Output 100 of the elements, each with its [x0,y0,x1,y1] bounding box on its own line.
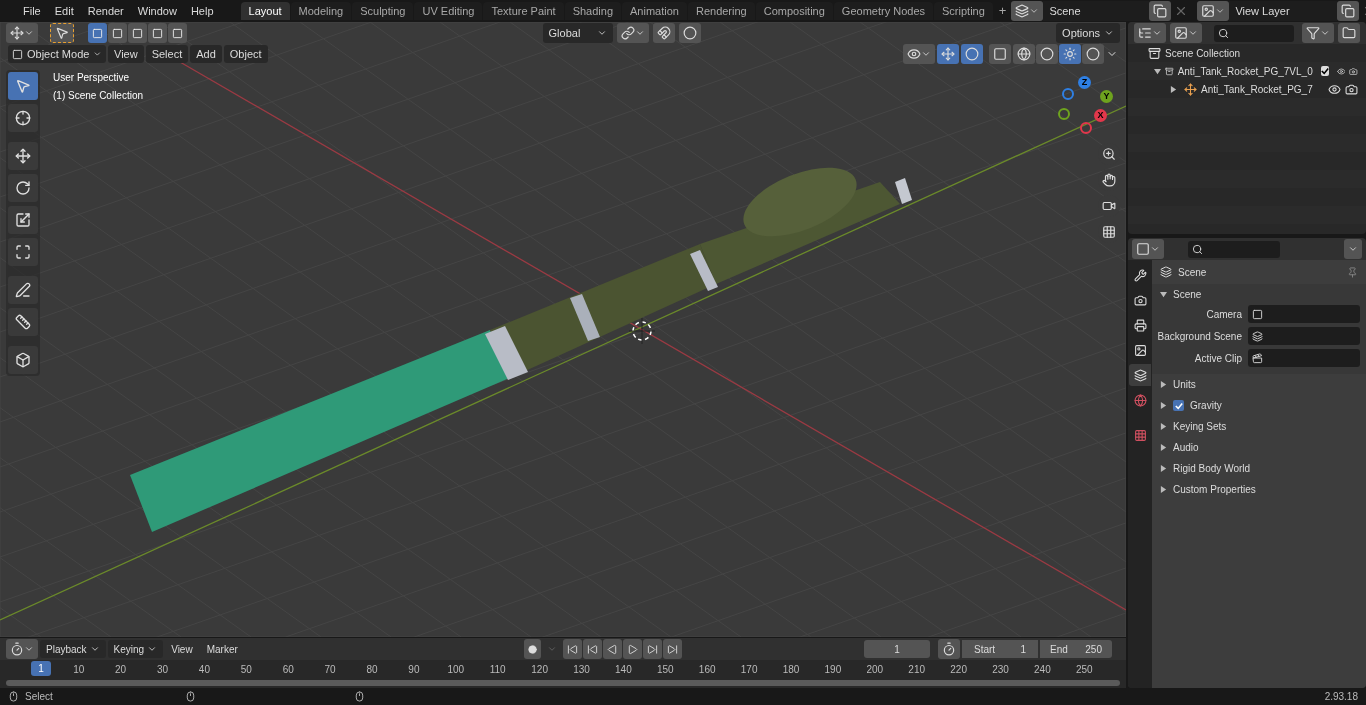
playback-button[interactable] [642,639,662,659]
menu-item[interactable]: Marker [200,640,244,658]
end-frame-field[interactable]: End 250 [1040,640,1112,658]
tree-item[interactable]: Anti_Tank_Rocket_PG_7 [1201,81,1313,97]
tool-button[interactable] [8,308,38,336]
workspace-tab[interactable]: Geometry Nodes [833,2,933,20]
workspace-tab[interactable]: Texture Paint [483,2,564,20]
menu-item[interactable]: Help [183,2,221,20]
filter-view-button[interactable] [1170,23,1202,43]
expand-toggle[interactable] [1154,67,1161,75]
start-frame-field[interactable]: Start 1 [962,640,1038,658]
stopwatch-button[interactable] [938,639,960,659]
editor-type-button[interactable] [6,23,38,43]
section-header[interactable]: Units [1173,377,1196,392]
add-workspace-button[interactable]: + [993,2,1012,20]
playback-button[interactable] [582,639,602,659]
section-header[interactable]: Custom Properties [1173,482,1256,497]
object-field[interactable] [1248,305,1360,323]
select-mode-button[interactable] [88,23,107,43]
expand-toggle[interactable] [1160,465,1167,472]
section-header[interactable]: Keying Sets [1173,419,1227,434]
scrollbar[interactable] [6,679,1120,686]
search-field[interactable] [1214,24,1294,42]
menu-item[interactable]: Add [190,45,222,63]
tool-settings-button[interactable] [50,23,74,43]
menu-item[interactable]: View [165,640,199,658]
options-dropdown[interactable]: Options [1056,23,1120,43]
expand-toggle[interactable] [1160,423,1167,430]
shading-mode-button[interactable] [1036,44,1058,64]
overlay-toggle-button[interactable] [961,44,983,64]
xray-toggle-button[interactable] [989,44,1011,64]
expand-toggle[interactable] [1160,444,1167,451]
section-header[interactable]: Audio [1173,440,1199,455]
tool-button[interactable] [8,174,38,202]
workspace-tab[interactable]: Compositing [755,2,833,20]
tree-item[interactable]: Anti_Tank_Rocket_PG_7VL_0 [1177,63,1313,79]
display-mode-button[interactable] [1134,23,1166,43]
playback-button[interactable] [622,639,642,659]
pin-icon[interactable] [1347,266,1358,278]
expand-toggle[interactable] [1160,290,1167,298]
gizmo-negative-handle[interactable] [1058,108,1070,120]
select-mode-button[interactable] [108,23,127,43]
snap-button[interactable] [652,23,675,43]
object-field[interactable] [1248,349,1360,367]
section-header[interactable]: Gravity [1190,398,1222,413]
mode-dropdown[interactable]: Object Mode [8,45,106,63]
expand-toggle[interactable] [1160,402,1167,409]
playback-button[interactable] [562,639,582,659]
select-mode-button[interactable] [168,23,187,43]
tool-button[interactable] [8,276,38,304]
tool-button[interactable] [8,206,38,234]
copy-button[interactable] [1337,1,1360,21]
workspace-tab[interactable]: Sculpting [352,2,414,20]
menu-item[interactable]: Select [145,45,189,63]
tool-button[interactable] [8,104,38,132]
workspace-tab[interactable]: UV Editing [414,2,483,20]
current-frame-field[interactable]: 1 [864,640,930,658]
proportional-edit-button[interactable] [678,23,701,43]
select-mode-button[interactable] [148,23,167,43]
visibility-button[interactable] [903,44,935,64]
copy-button[interactable] [1149,1,1172,21]
view-layer-field[interactable]: View Layer [1229,1,1338,21]
view-layer-selector-button[interactable] [1197,1,1230,21]
workspace-tab[interactable]: Rendering [687,2,755,20]
editor-type-button[interactable] [1132,239,1164,259]
menu-item[interactable]: Render [80,2,131,20]
expand-toggle[interactable] [1160,381,1167,388]
menu-dropdown[interactable]: Playback [40,640,106,658]
menu-item[interactable]: Edit [47,2,81,20]
pivot-button[interactable] [616,23,649,43]
shading-mode-button[interactable] [1082,44,1104,64]
scene-field[interactable]: Scene [1043,1,1150,21]
menu-item[interactable]: Window [130,2,184,20]
tool-button[interactable] [8,346,38,374]
checkbox[interactable] [1173,400,1184,411]
workspace-tab[interactable]: Shading [564,2,622,20]
workspace-tab[interactable]: Layout [240,2,290,20]
current-frame-marker[interactable]: 1 [31,661,51,676]
workspace-tab[interactable]: Animation [622,2,687,20]
playback-button[interactable] [602,639,622,659]
menu-item[interactable]: Object [223,45,268,63]
include-checkbox[interactable] [1320,66,1329,76]
shading-mode-button[interactable] [1013,44,1035,64]
menu-item[interactable]: View [108,45,144,63]
menu-dropdown[interactable]: Keying [107,640,164,658]
menu-item[interactable]: File [16,2,48,20]
orientation-dropdown[interactable]: Global [542,23,613,43]
filter-button[interactable] [1302,23,1334,43]
select-mode-button[interactable] [128,23,147,43]
object-field[interactable] [1248,327,1360,345]
scene-selector-button[interactable] [1011,1,1044,21]
gizmo-negative-handle[interactable] [1062,88,1074,100]
playback-button[interactable] [662,639,682,659]
properties-tab[interactable] [1129,364,1151,386]
record-button[interactable] [523,639,541,659]
camera-icon[interactable] [1345,82,1358,96]
expand-toggle[interactable] [1160,486,1167,493]
workspace-tab[interactable]: Scripting [934,2,993,20]
tree-item[interactable]: Scene Collection [1165,45,1241,61]
editor-type-button[interactable] [6,639,38,659]
